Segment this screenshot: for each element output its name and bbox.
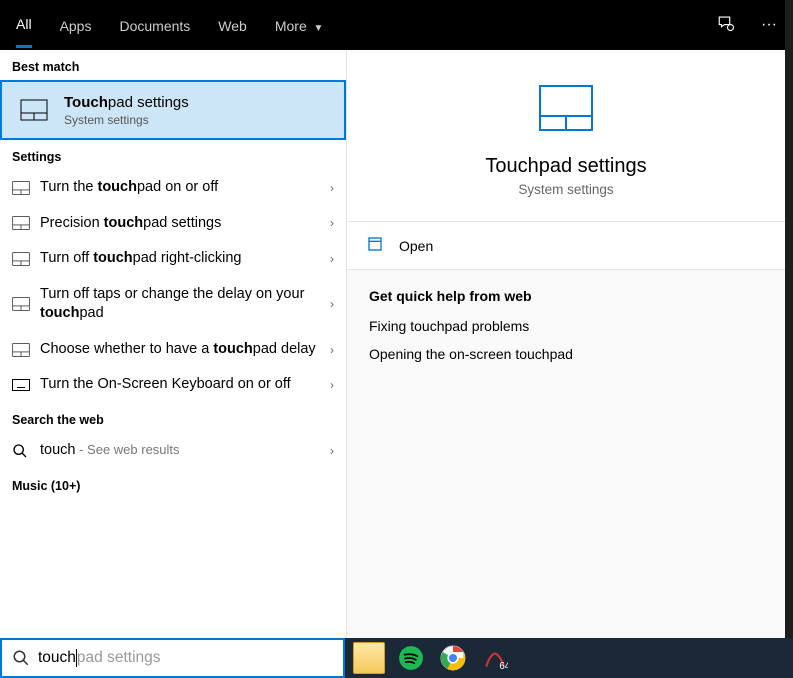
chevron-down-icon: ▼: [311, 23, 324, 34]
settings-result[interactable]: Turn the On-Screen Keyboard on or off›: [0, 367, 346, 403]
search-icon: [12, 443, 40, 459]
music-label: Music (10+): [0, 469, 346, 499]
feedback-icon[interactable]: [717, 14, 735, 37]
result-text: Turn the touchpad on or off: [40, 178, 330, 198]
tab-documents[interactable]: Documents: [119, 4, 190, 47]
result-text: Turn off taps or change the delay on you…: [40, 285, 330, 324]
quick-help-label: Get quick help from web: [369, 288, 763, 304]
tab-apps[interactable]: Apps: [60, 4, 92, 47]
chevron-right-icon: ›: [330, 343, 334, 357]
chevron-right-icon: ›: [330, 444, 334, 458]
result-text: Turn the On-Screen Keyboard on or off: [40, 375, 330, 395]
chevron-right-icon: ›: [330, 181, 334, 195]
help-link[interactable]: Fixing touchpad problems: [369, 318, 763, 334]
file-explorer-icon[interactable]: [353, 642, 385, 674]
search-input-value: touch: [38, 649, 76, 667]
touchpad-icon: [538, 84, 594, 132]
settings-result[interactable]: Precision touchpad settings›: [0, 206, 346, 242]
chevron-right-icon: ›: [330, 297, 334, 311]
touchpad-icon: [12, 252, 40, 266]
settings-result[interactable]: Turn off touchpad right-clicking›: [0, 241, 346, 277]
touchpad-icon: [12, 297, 40, 311]
windows-search-popup: All Apps Documents Web More ▼ ··· Best m…: [0, 0, 785, 640]
preview-pane: Touchpad settings System settings Open G…: [347, 50, 785, 640]
preview-subtitle: System settings: [347, 182, 785, 197]
touchpad-icon: [12, 181, 40, 195]
result-text: Turn off touchpad right-clicking: [40, 249, 330, 269]
tab-all[interactable]: All: [16, 2, 32, 48]
best-match-result[interactable]: Touchpad settings System settings: [0, 80, 346, 140]
best-match-title: Touchpad settings: [64, 94, 189, 111]
search-box[interactable]: touchpad settings: [0, 638, 345, 678]
search-header: All Apps Documents Web More ▼ ···: [0, 0, 785, 50]
search-icon: [12, 649, 30, 667]
help-link[interactable]: Opening the on-screen touchpad: [369, 346, 763, 362]
best-match-label: Best match: [0, 50, 346, 80]
touchpad-icon: [16, 92, 52, 128]
web-result[interactable]: touch - See web results ›: [0, 433, 346, 469]
results-list: Best match Touchpad settings System sett…: [0, 50, 347, 640]
taskbar: 64: [345, 638, 793, 678]
background-window-edge: [785, 0, 793, 640]
settings-label: Settings: [0, 140, 346, 170]
open-icon: [367, 236, 383, 255]
chrome-icon[interactable]: [437, 642, 469, 674]
best-match-subtitle: System settings: [64, 113, 189, 127]
search-web-label: Search the web: [0, 403, 346, 433]
tab-more[interactable]: More ▼: [275, 4, 324, 47]
settings-result[interactable]: Turn off taps or change the delay on you…: [0, 277, 346, 332]
svg-text:64: 64: [499, 661, 508, 671]
settings-result[interactable]: Choose whether to have a touchpad delay›: [0, 332, 346, 368]
search-ghost-text: pad settings: [77, 649, 161, 667]
tab-web[interactable]: Web: [218, 4, 247, 47]
chevron-right-icon: ›: [330, 252, 334, 266]
result-text: Choose whether to have a touchpad delay: [40, 340, 330, 360]
spotify-icon[interactable]: [395, 642, 427, 674]
touchpad-icon: [12, 343, 40, 357]
keyboard-icon: [12, 379, 40, 391]
touchpad-icon: [12, 216, 40, 230]
settings-result[interactable]: Turn the touchpad on or off›: [0, 170, 346, 206]
app-icon[interactable]: 64: [479, 642, 511, 674]
preview-title: Touchpad settings: [347, 155, 785, 178]
result-text: Precision touchpad settings: [40, 214, 330, 234]
open-action[interactable]: Open: [347, 222, 785, 270]
more-options-icon[interactable]: ···: [761, 16, 777, 34]
chevron-right-icon: ›: [330, 216, 334, 230]
chevron-right-icon: ›: [330, 378, 334, 392]
search-scope-tabs: All Apps Documents Web More ▼: [16, 0, 323, 50]
